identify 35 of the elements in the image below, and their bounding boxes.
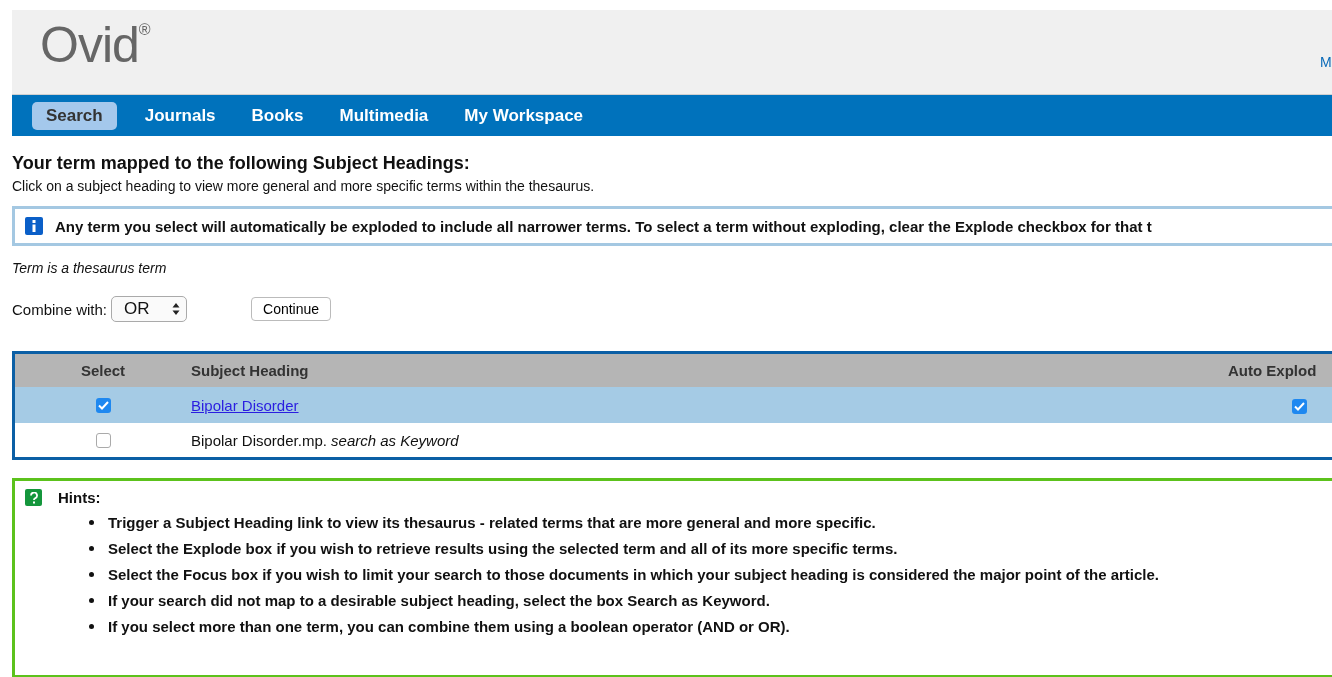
column-header: Auto Explod <box>1228 362 1317 379</box>
hints-title: Hints: <box>58 489 101 506</box>
bullet-icon <box>89 519 94 525</box>
checkbox[interactable] <box>95 432 111 448</box>
nav-tab[interactable]: Multimedia <box>325 101 443 130</box>
bullet-icon <box>89 571 94 577</box>
bullet-icon <box>89 545 94 551</box>
checkbox[interactable] <box>95 397 111 413</box>
nav-tab[interactable]: Journals <box>130 101 230 130</box>
help-icon <box>25 489 42 506</box>
bullet-icon <box>89 623 94 629</box>
heading-text: Bipolar Disorder.mp. search as Keyword <box>191 431 459 449</box>
hint-text: Select the Explode box if you wish to retrieve results using the selected term and all of its more specific terms. <box>108 539 898 557</box>
bullet-icon <box>89 597 94 603</box>
hint-text: If you select more than one term, you can combine them using a boolean operator (AND or OR). <box>108 617 790 635</box>
operator-select[interactable]: OR <box>111 296 188 322</box>
nav-tab[interactable]: My Workspace <box>450 101 598 130</box>
combine-label: Combine with: <box>12 300 108 318</box>
hint-text: If your search did not map to a desirable subject heading, select the box Search as Keyword. <box>108 591 770 609</box>
heading-link[interactable]: Bipolar Disorder <box>191 396 299 414</box>
instruction-text: Click on a subject heading to view more general and more specific terms within the thesaurus. <box>12 178 596 194</box>
legend-text: Term is a thesaurus term <box>12 260 168 276</box>
stepper-icon <box>172 302 181 316</box>
column-header: Subject Heading <box>191 362 310 379</box>
hint-text: Select the Focus box if you wish to limit your search to those documents in which your subject heading is considered the major point of the article. <box>108 565 1159 583</box>
nav-tab[interactable]: Search <box>32 101 117 130</box>
nav-tab[interactable]: Books <box>237 101 318 130</box>
page-heading: Your term mapped to the following Subject Headings: <box>12 153 471 174</box>
checkbox[interactable] <box>1292 398 1307 414</box>
info-text: Any term you select will automatically be exploded to include all narrower terms. To select a term without exploding, clear the Explode checkbox for that t <box>55 217 1152 235</box>
continue-button[interactable]: Continue <box>251 297 332 321</box>
hint-text: Trigger a Subject Heading link to view its thesaurus - related terms that are more general and more specific. <box>108 513 876 531</box>
column-header: Select <box>80 362 126 379</box>
info-icon <box>25 217 43 235</box>
header-link[interactable]: M <box>1320 54 1332 70</box>
